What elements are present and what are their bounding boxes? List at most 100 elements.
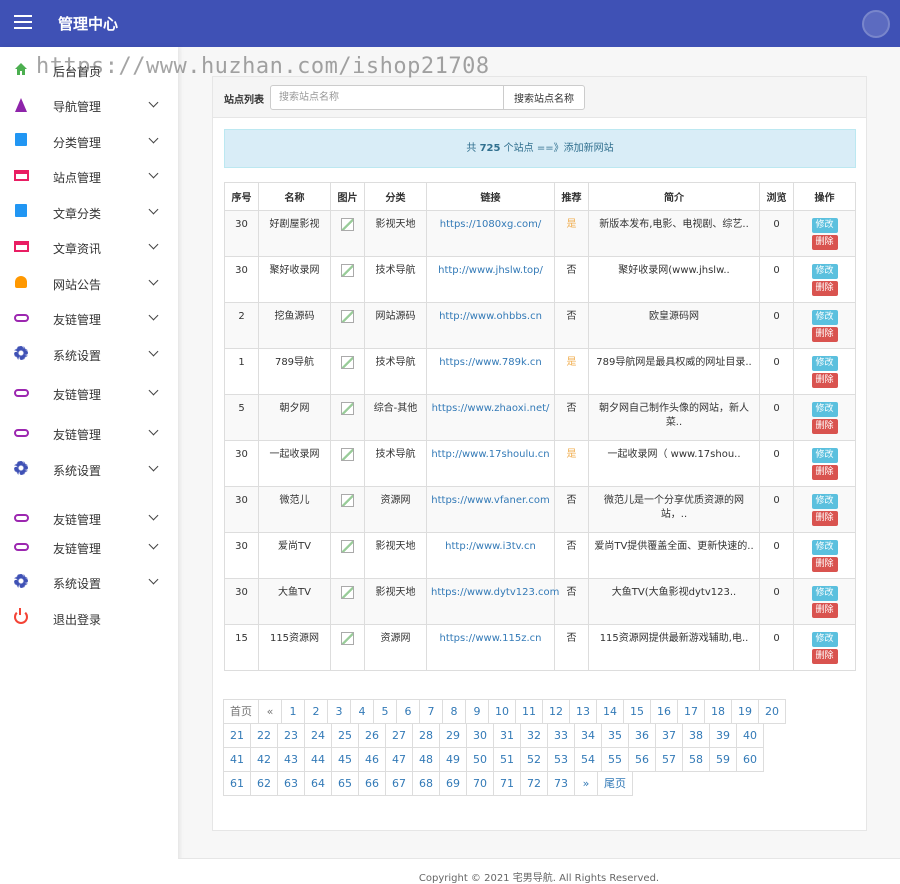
page-link[interactable]: 64	[304, 771, 332, 796]
page-link[interactable]: 33	[547, 723, 575, 748]
edit-button[interactable]: 修改	[811, 264, 838, 279]
page-link[interactable]: 8	[442, 699, 466, 724]
delete-button[interactable]: 删除	[811, 281, 838, 296]
site-link[interactable]: https://1080xg.com/	[440, 219, 541, 230]
prev-page-link[interactable]: «	[258, 699, 282, 724]
sidebar-item[interactable]: 文章分类	[0, 199, 178, 225]
page-link[interactable]: 49	[439, 747, 467, 772]
page-link[interactable]: 25	[331, 723, 359, 748]
last-page-link[interactable]: 尾页	[597, 771, 633, 796]
page-link[interactable]: 40	[736, 723, 764, 748]
sidebar-item[interactable]: 友链管理	[0, 534, 178, 560]
page-link[interactable]: 2	[304, 699, 328, 724]
sidebar-item[interactable]: 网站公告	[0, 270, 178, 296]
site-link[interactable]: http://www.ohbbs.cn	[439, 311, 542, 322]
page-link[interactable]: 69	[439, 771, 467, 796]
page-link[interactable]: 71	[493, 771, 521, 796]
page-link[interactable]: 20	[758, 699, 786, 724]
page-link[interactable]: 19	[731, 699, 759, 724]
page-link[interactable]: 32	[520, 723, 548, 748]
page-link[interactable]: 68	[412, 771, 440, 796]
menu-icon[interactable]	[14, 15, 32, 31]
sidebar-item[interactable]: 退出登录	[0, 605, 178, 631]
sidebar-item[interactable]: 友链管理	[0, 305, 178, 331]
page-link[interactable]: 44	[304, 747, 332, 772]
sidebar-item[interactable]: 分类管理	[0, 128, 178, 154]
delete-button[interactable]: 删除	[811, 465, 838, 480]
page-link[interactable]: 13	[569, 699, 597, 724]
page-link[interactable]: 28	[412, 723, 440, 748]
delete-button[interactable]: 删除	[811, 603, 838, 618]
page-link[interactable]: 34	[574, 723, 602, 748]
site-link[interactable]: https://www.vfaner.com	[431, 495, 549, 506]
sidebar-item[interactable]: 系统设置	[0, 569, 178, 595]
sidebar-item[interactable]: 站点管理	[0, 163, 178, 189]
edit-button[interactable]: 修改	[811, 218, 838, 233]
page-link[interactable]: 47	[385, 747, 413, 772]
site-link[interactable]: https://www.dytv123.com	[431, 587, 559, 598]
page-link[interactable]: 58	[682, 747, 710, 772]
page-link[interactable]: 39	[709, 723, 737, 748]
next-page-link[interactable]: »	[574, 771, 598, 796]
page-link[interactable]: 73	[547, 771, 575, 796]
page-link[interactable]: 48	[412, 747, 440, 772]
edit-button[interactable]: 修改	[811, 494, 838, 509]
page-link[interactable]: 52	[520, 747, 548, 772]
page-link[interactable]: 3	[327, 699, 351, 724]
first-page-link[interactable]: 首页	[223, 699, 259, 724]
page-link[interactable]: 55	[601, 747, 629, 772]
page-link[interactable]: 53	[547, 747, 575, 772]
delete-button[interactable]: 删除	[811, 327, 838, 342]
page-link[interactable]: 31	[493, 723, 521, 748]
delete-button[interactable]: 删除	[811, 373, 838, 388]
page-link[interactable]: 7	[419, 699, 443, 724]
page-link[interactable]: 26	[358, 723, 386, 748]
page-link[interactable]: 60	[736, 747, 764, 772]
site-link[interactable]: http://www.i3tv.cn	[445, 541, 536, 552]
page-link[interactable]: 30	[466, 723, 494, 748]
sidebar-item[interactable]: 导航管理	[0, 92, 178, 118]
page-link[interactable]: 16	[650, 699, 678, 724]
page-link[interactable]: 1	[281, 699, 305, 724]
delete-button[interactable]: 删除	[811, 557, 838, 572]
delete-button[interactable]: 删除	[811, 511, 838, 526]
edit-button[interactable]: 修改	[811, 402, 838, 417]
page-link[interactable]: 17	[677, 699, 705, 724]
edit-button[interactable]: 修改	[811, 632, 838, 647]
page-link[interactable]: 15	[623, 699, 651, 724]
page-link[interactable]: 4	[350, 699, 374, 724]
page-link[interactable]: 37	[655, 723, 683, 748]
avatar[interactable]	[862, 10, 890, 38]
page-link[interactable]: 21	[223, 723, 251, 748]
page-link[interactable]: 62	[250, 771, 278, 796]
page-link[interactable]: 61	[223, 771, 251, 796]
page-link[interactable]: 11	[515, 699, 543, 724]
delete-button[interactable]: 删除	[811, 235, 838, 250]
page-link[interactable]: 18	[704, 699, 732, 724]
edit-button[interactable]: 修改	[811, 310, 838, 325]
page-link[interactable]: 56	[628, 747, 656, 772]
edit-button[interactable]: 修改	[811, 586, 838, 601]
page-link[interactable]: 51	[493, 747, 521, 772]
page-link[interactable]: 54	[574, 747, 602, 772]
page-link[interactable]: 22	[250, 723, 278, 748]
add-site-link[interactable]: 添加新网站	[564, 143, 614, 154]
delete-button[interactable]: 删除	[811, 649, 838, 664]
sidebar-item[interactable]: 友链管理	[0, 420, 178, 446]
sidebar-item[interactable]: 系统设置	[0, 341, 178, 367]
page-link[interactable]: 14	[596, 699, 624, 724]
edit-button[interactable]: 修改	[811, 540, 838, 555]
sidebar-item[interactable]: 系统设置	[0, 456, 178, 482]
sidebar-item[interactable]: 友链管理	[0, 505, 178, 531]
page-link[interactable]: 43	[277, 747, 305, 772]
edit-button[interactable]: 修改	[811, 448, 838, 463]
page-link[interactable]: 65	[331, 771, 359, 796]
page-link[interactable]: 5	[373, 699, 397, 724]
delete-button[interactable]: 删除	[811, 419, 838, 434]
search-input[interactable]	[270, 85, 504, 110]
page-link[interactable]: 12	[542, 699, 570, 724]
page-link[interactable]: 9	[465, 699, 489, 724]
page-link[interactable]: 27	[385, 723, 413, 748]
page-link[interactable]: 50	[466, 747, 494, 772]
page-link[interactable]: 10	[488, 699, 516, 724]
